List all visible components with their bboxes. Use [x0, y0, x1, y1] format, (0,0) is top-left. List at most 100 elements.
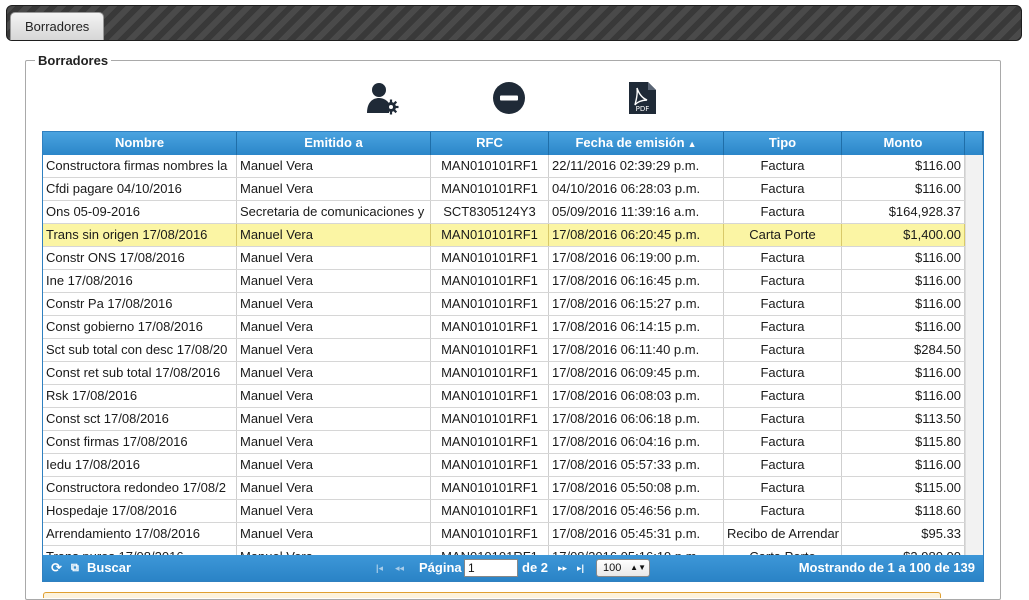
cell-fecha: 17/08/2016 06:04:16 p.m. [549, 431, 724, 453]
cell-emitido-a: Manuel Vera [237, 408, 431, 430]
column-header-rfc[interactable]: RFC [431, 132, 549, 155]
column-header-nombre[interactable]: Nombre [43, 132, 237, 155]
cell-monto: $95.33 [842, 523, 965, 545]
cell-nombre: Cfdi pagare 04/10/2016 [43, 178, 237, 200]
cell-nombre: Iedu 17/08/2016 [43, 454, 237, 476]
table-row[interactable]: Constr ONS 17/08/2016 Manuel Vera MAN01010… [43, 247, 965, 270]
cell-rfc: MAN010101RF1 [431, 408, 549, 430]
column-header-fecha-label: Fecha de emisión [575, 135, 685, 150]
cell-emitido-a: Manuel Vera [237, 293, 431, 315]
cell-tipo: Factura [724, 408, 842, 430]
table-row[interactable]: Constructora redondeo 17/08/2 Manuel Vera… [43, 477, 965, 500]
cell-nombre: Ons 05-09-2016 [43, 201, 237, 223]
cell-tipo: Factura [724, 270, 842, 292]
first-page-icon[interactable]: |◂ [376, 555, 383, 581]
cell-rfc: MAN010101RF1 [431, 178, 549, 200]
cell-emitido-a: Manuel Vera [237, 431, 431, 453]
cell-monto: $113.50 [842, 408, 965, 430]
cell-emitido-a: Manuel Vera [237, 454, 431, 476]
table-row[interactable]: Constructora firmas nombres la Manuel Ver… [43, 155, 965, 178]
table-row[interactable]: Hospedaje 17/08/2016 Manuel Vera MAN010101… [43, 500, 965, 523]
cell-nombre: Arrendamiento 17/08/2016 [43, 523, 237, 545]
cell-rfc: MAN010101RF1 [431, 224, 549, 246]
cell-monto: $116.00 [842, 385, 965, 407]
table-row[interactable]: Ons 05-09-2016 Secretaria de comunicacion… [43, 201, 965, 224]
table-row[interactable]: Const ret sub total 17/08/2016 Manuel Ver… [43, 362, 965, 385]
page-size-value: 100 [603, 562, 622, 574]
cell-rfc: MAN010101RF1 [431, 385, 549, 407]
cell-tipo: Carta Porte [724, 224, 842, 246]
cell-tipo: Factura [724, 500, 842, 522]
cell-fecha: 17/08/2016 06:11:40 p.m. [549, 339, 724, 361]
table-row[interactable]: Constr Pa 17/08/2016 Manuel Vera MAN010101… [43, 293, 965, 316]
vertical-scrollbar[interactable] [965, 155, 983, 555]
table-row[interactable]: Rsk 17/08/2016 Manuel Vera MAN010101RF1 17/… [43, 385, 965, 408]
cell-tipo: Factura [724, 316, 842, 338]
prev-page-icon[interactable]: ◂◂ [395, 555, 404, 581]
column-header-monto[interactable]: Monto [842, 132, 965, 155]
cell-fecha: 17/08/2016 06:15:27 p.m. [549, 293, 724, 315]
cell-fecha: 04/10/2016 06:28:03 p.m. [549, 178, 724, 200]
cell-nombre: Constr Pa 17/08/2016 [43, 293, 237, 315]
cell-fecha: 17/08/2016 05:57:33 p.m. [549, 454, 724, 476]
search-button[interactable]: Buscar [87, 555, 131, 581]
cell-emitido-a: Manuel Vera [237, 500, 431, 522]
pdf-icon[interactable]: PDF [624, 80, 660, 116]
cell-monto: $3,980.00 [842, 546, 965, 555]
cell-monto: $1,400.00 [842, 224, 965, 246]
cell-fecha: 17/08/2016 05:16:19 p.m. [549, 546, 724, 555]
cell-fecha: 17/08/2016 06:19:00 p.m. [549, 247, 724, 269]
cell-emitido-a: Manuel Vera [237, 224, 431, 246]
cell-nombre: Sct sub total con desc 17/08/20 [43, 339, 237, 361]
cell-monto: $116.00 [842, 247, 965, 269]
cell-tipo: Factura [724, 385, 842, 407]
cell-nombre: Ine 17/08/2016 [43, 270, 237, 292]
cell-fecha: 17/08/2016 06:06:18 p.m. [549, 408, 724, 430]
table-row-selected[interactable]: Trans sin origen 17/08/2016 Manuel Vera MA… [43, 224, 965, 247]
cell-rfc: MAN010101RF1 [431, 316, 549, 338]
cell-tipo: Factura [724, 431, 842, 453]
cell-emitido-a: Manuel Vera [237, 362, 431, 384]
cell-fecha: 17/08/2016 06:14:15 p.m. [549, 316, 724, 338]
cell-nombre: Trans sin origen 17/08/2016 [43, 224, 237, 246]
grid-pager: ⟳ ⧉ Buscar |◂ ◂◂ Página 1 de 2 ▸▸ ▸| 100… [43, 555, 983, 581]
grid-header: Nombre Emitido a RFC Fecha de emisión ▲ T… [43, 132, 983, 155]
next-page-icon[interactable]: ▸▸ [558, 555, 567, 581]
table-row[interactable]: Const firmas 17/08/2016 Manuel Vera MAN010… [43, 431, 965, 454]
cell-rfc: MAN010101RF1 [431, 523, 549, 545]
tab-borradores[interactable]: Borradores [10, 12, 105, 40]
table-row[interactable]: Iedu 17/08/2016 Manuel Vera MAN010101RF1 17… [43, 454, 965, 477]
last-page-icon[interactable]: ▸| [577, 555, 584, 581]
cell-nombre: Const firmas 17/08/2016 [43, 431, 237, 453]
cell-nombre: Const sct 17/08/2016 [43, 408, 237, 430]
page-number-input[interactable]: 1 [464, 559, 518, 577]
cell-monto: $164,928.37 [842, 201, 965, 223]
search-icon[interactable]: ⧉ [71, 555, 79, 581]
user-gear-icon[interactable] [364, 80, 400, 116]
cell-monto: $115.80 [842, 431, 965, 453]
table-row[interactable]: Arrendamiento 17/08/2016 Manuel Vera MAN01… [43, 523, 965, 546]
column-header-emitido-a[interactable]: Emitido a [237, 132, 431, 155]
tab-bar: Borradores [6, 5, 1022, 41]
cell-tipo: Factura [724, 362, 842, 384]
cell-nombre: Constructora redondeo 17/08/2 [43, 477, 237, 499]
table-row[interactable]: Const sct 17/08/2016 Manuel Vera MAN010101… [43, 408, 965, 431]
cell-rfc: MAN010101RF1 [431, 477, 549, 499]
section-legend: Borradores [35, 53, 112, 68]
table-row[interactable]: Const gobierno 17/08/2016 Manuel Vera MAN0… [43, 316, 965, 339]
column-header-tipo[interactable]: Tipo [724, 132, 842, 155]
column-header-fecha-emision[interactable]: Fecha de emisión ▲ [549, 132, 724, 155]
cell-emitido-a: Manuel Vera [237, 247, 431, 269]
table-row[interactable]: Cfdi pagare 04/10/2016 Manuel Vera MAN0101… [43, 178, 965, 201]
cell-tipo: Factura [724, 454, 842, 476]
cell-emitido-a: Secretaria de comunicaciones y [237, 201, 431, 223]
refresh-icon[interactable]: ⟳ [51, 555, 62, 581]
page-size-select[interactable]: 100 ▲▼ [596, 559, 650, 577]
cell-emitido-a: Manuel Vera [237, 523, 431, 545]
table-row[interactable]: Ine 17/08/2016 Manuel Vera MAN010101RF1 17/… [43, 270, 965, 293]
table-row[interactable]: Sct sub total con desc 17/08/20 Manuel Ve… [43, 339, 965, 362]
table-row[interactable]: Trans puros 17/08/2016Manuel VeraMAN0101… [43, 546, 965, 555]
remove-icon[interactable] [491, 80, 527, 116]
cell-monto: $116.00 [842, 293, 965, 315]
cell-fecha: 05/09/2016 11:39:16 a.m. [549, 201, 724, 223]
